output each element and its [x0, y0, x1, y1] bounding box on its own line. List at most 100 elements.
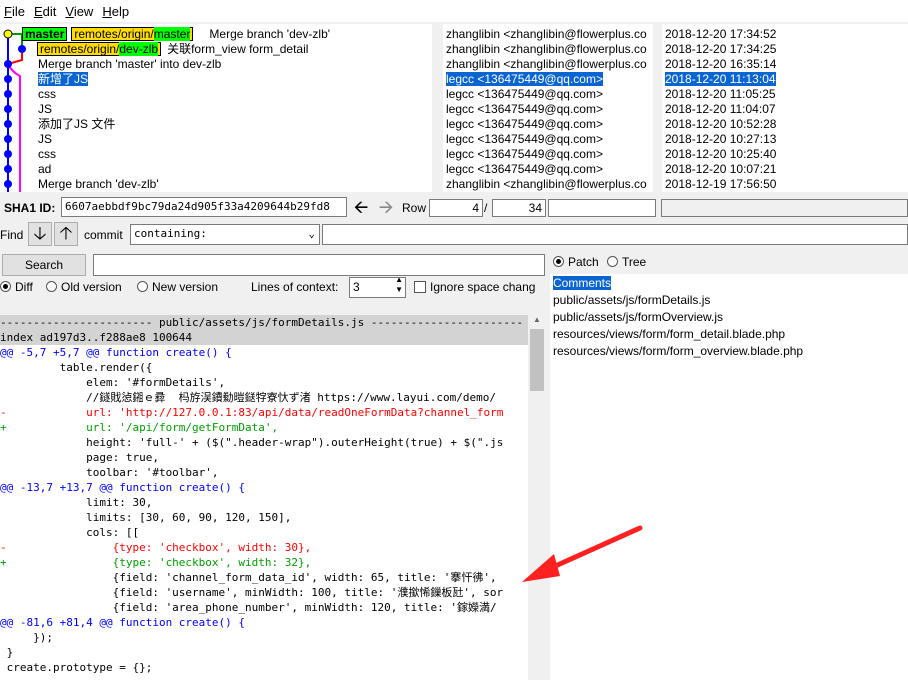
scroll-up-icon[interactable]: ▲	[531, 315, 543, 327]
context-spinbox[interactable]: 3 ▲ ▼	[349, 277, 406, 298]
commit-row[interactable]: JS	[0, 102, 432, 117]
commit-author[interactable]: legcc <136475449@qq.com>	[443, 147, 653, 162]
remote-branch-tag[interactable]: remotes/origin/dev-zlb	[37, 42, 162, 56]
commit-row[interactable]: ad	[0, 162, 432, 177]
commit-date[interactable]: 2018-12-20 17:34:52	[662, 27, 908, 42]
diff-pane[interactable]: ----------------------- public/assets/js…	[0, 315, 528, 680]
commit-date[interactable]: 2018-12-20 10:52:28	[662, 117, 908, 132]
diff-line: page: true,	[0, 451, 159, 464]
commit-graph-pane[interactable]: master remotes/origin/master Merge branch …	[0, 24, 432, 192]
commit-label: commit	[84, 228, 123, 242]
sha-label: SHA1 ID:	[4, 201, 56, 215]
diff-line: //鐩戝惉鎺ｅ彛 杩斿洖鐨勬暟鎹牸寮忕ず渚 https://www.layui.…	[0, 391, 497, 404]
remote-branch-tag[interactable]: remotes/origin/master	[71, 27, 194, 41]
commit-message: JS	[38, 102, 53, 116]
commit-date[interactable]: 2018-12-20 10:27:13	[662, 132, 908, 147]
commit-row[interactable]: master remotes/origin/master Merge branch …	[0, 27, 432, 42]
scroll-thumb[interactable]	[530, 329, 544, 391]
commit-date[interactable]: 2018-12-20 17:34:25	[662, 42, 908, 57]
find-input[interactable]	[322, 224, 908, 245]
search-button[interactable]: Search	[2, 254, 86, 276]
date-text: 2018-12-20 16:35:14	[665, 57, 777, 71]
context-value: 3	[353, 280, 360, 294]
diff-line: + {type: 'checkbox', width: 32},	[0, 556, 312, 569]
file-item[interactable]: public/assets/js/formOverview.js	[550, 309, 908, 326]
diff-radio[interactable]: Diff	[0, 280, 33, 294]
commit-message: 新增了JS	[38, 72, 89, 86]
author-text: legcc <136475449@qq.com>	[446, 132, 603, 146]
commit-author[interactable]: zhanglibin <zhanglibin@flowerplus.co	[443, 57, 653, 72]
back-arrow-icon[interactable]: 🡨	[350, 197, 372, 219]
forward-arrow-icon[interactable]: 🡪	[375, 197, 397, 219]
commit-author[interactable]: legcc <136475449@qq.com>	[443, 72, 653, 87]
commit-date[interactable]: 2018-12-20 11:04:07	[662, 102, 908, 117]
commit-message: Merge branch 'dev-zlb'	[209, 27, 331, 41]
author-text: legcc <136475449@qq.com>	[446, 162, 603, 176]
commit-row[interactable]: 添加了JS 文件	[0, 117, 432, 132]
diff-scrollbar[interactable]: ▲	[528, 315, 546, 680]
file-name: resources/views/form/form_overview.blade…	[553, 344, 804, 358]
remote-branch-name: dev-zlb	[119, 42, 159, 56]
commit-row[interactable]: Merge branch 'dev-zlb'	[0, 177, 432, 192]
diff-line: limits: [30, 60, 90, 120, 150],	[0, 511, 292, 524]
down-arrow-icon[interactable]: 🡣	[28, 222, 52, 246]
commit-date[interactable]: 2018-12-20 11:13:04	[662, 72, 908, 87]
commit-row[interactable]: Merge branch 'master' into dev-zlb	[0, 57, 432, 72]
search-input[interactable]	[93, 254, 545, 276]
commit-author[interactable]: legcc <136475449@qq.com>	[443, 132, 653, 147]
date-pane[interactable]: 2018-12-20 17:34:52 2018-12-20 17:34:25 20…	[662, 24, 908, 192]
tree-radio[interactable]: Tree	[607, 255, 646, 269]
commit-row[interactable]: 新增了JS	[0, 72, 432, 87]
menu-help[interactable]: Help	[98, 4, 134, 19]
ignore-space-checkbox[interactable]: Ignore space chang	[414, 280, 540, 294]
commit-author[interactable]: legcc <136475449@qq.com>	[443, 87, 653, 102]
commit-row[interactable]: JS	[0, 132, 432, 147]
row-number: 4	[429, 199, 483, 217]
branch-tag[interactable]: master	[22, 27, 68, 41]
file-item[interactable]: resources/views/form/form_detail.blade.p…	[550, 326, 908, 343]
radio-selected-icon	[553, 256, 564, 267]
diff-line: elem: '#formDetails',	[0, 376, 226, 389]
menu-view[interactable]: View	[61, 4, 98, 19]
file-item[interactable]: public/assets/js/formDetails.js	[550, 292, 908, 309]
diff-line: table.render({	[0, 361, 153, 374]
new-version-radio[interactable]: New version	[137, 280, 218, 294]
commit-author[interactable]: legcc <136475449@qq.com>	[443, 117, 653, 132]
file-item[interactable]: resources/views/form/form_overview.blade…	[550, 343, 908, 360]
commit-author[interactable]: zhanglibin <zhanglibin@flowerplus.co	[443, 177, 653, 192]
find-mode-select[interactable]: containing: ⌄	[130, 224, 320, 245]
commit-date[interactable]: 2018-12-20 11:05:25	[662, 87, 908, 102]
commit-author[interactable]: zhanglibin <zhanglibin@flowerplus.co	[443, 42, 653, 57]
commit-author[interactable]: zhanglibin <zhanglibin@flowerplus.co	[443, 27, 653, 42]
file-list-pane[interactable]: Comments public/assets/js/formDetails.js p…	[550, 274, 908, 680]
menu-edit[interactable]: Edit	[30, 4, 61, 19]
commit-row[interactable]: css	[0, 147, 432, 162]
commit-row[interactable]: css	[0, 87, 432, 102]
patch-radio[interactable]: Patch	[553, 255, 599, 269]
menu-file[interactable]: File	[0, 4, 30, 19]
commit-date[interactable]: 2018-12-20 16:35:14	[662, 57, 908, 72]
commit-date[interactable]: 2018-12-20 10:07:21	[662, 162, 908, 177]
commit-author[interactable]: legcc <136475449@qq.com>	[443, 162, 653, 177]
diff-line: create.prototype = {};	[0, 661, 153, 674]
file-item-comments[interactable]: Comments	[550, 275, 908, 292]
diff-line: @@ -13,7 +13,7 @@ function create() {	[0, 481, 246, 494]
diff-line: {field: 'username', minWidth: 100, title…	[0, 586, 504, 599]
diff-line: @@ -5,7 +5,7 @@ function create() {	[0, 346, 232, 359]
commit-date[interactable]: 2018-12-20 10:25:40	[662, 147, 908, 162]
author-text: zhanglibin <zhanglibin@flowerplus.co	[446, 177, 647, 191]
author-pane[interactable]: zhanglibin <zhanglibin@flowerplus.co zhan…	[443, 24, 653, 192]
radio-selected-icon	[0, 281, 11, 292]
patch-label: Patch	[568, 255, 599, 269]
old-version-radio[interactable]: Old version	[46, 280, 122, 294]
date-text: 2018-12-19 17:56:50	[665, 177, 777, 191]
commit-date[interactable]: 2018-12-19 17:56:50	[662, 177, 908, 192]
commit-message: JS	[38, 132, 53, 146]
commit-author[interactable]: legcc <136475449@qq.com>	[443, 102, 653, 117]
sha-field[interactable]: 6607aebbdf9bc79da24d905f33a4209644b29fd8	[61, 197, 347, 217]
remote-branch-name: master	[153, 27, 191, 41]
spin-arrows-icon[interactable]: ▲ ▼	[395, 278, 403, 295]
date-text: 2018-12-20 17:34:52	[665, 27, 777, 41]
commit-row[interactable]: remotes/origin/dev-zlb 关联form_view form_d…	[0, 42, 432, 57]
up-arrow-icon[interactable]: 🡡	[54, 222, 78, 246]
